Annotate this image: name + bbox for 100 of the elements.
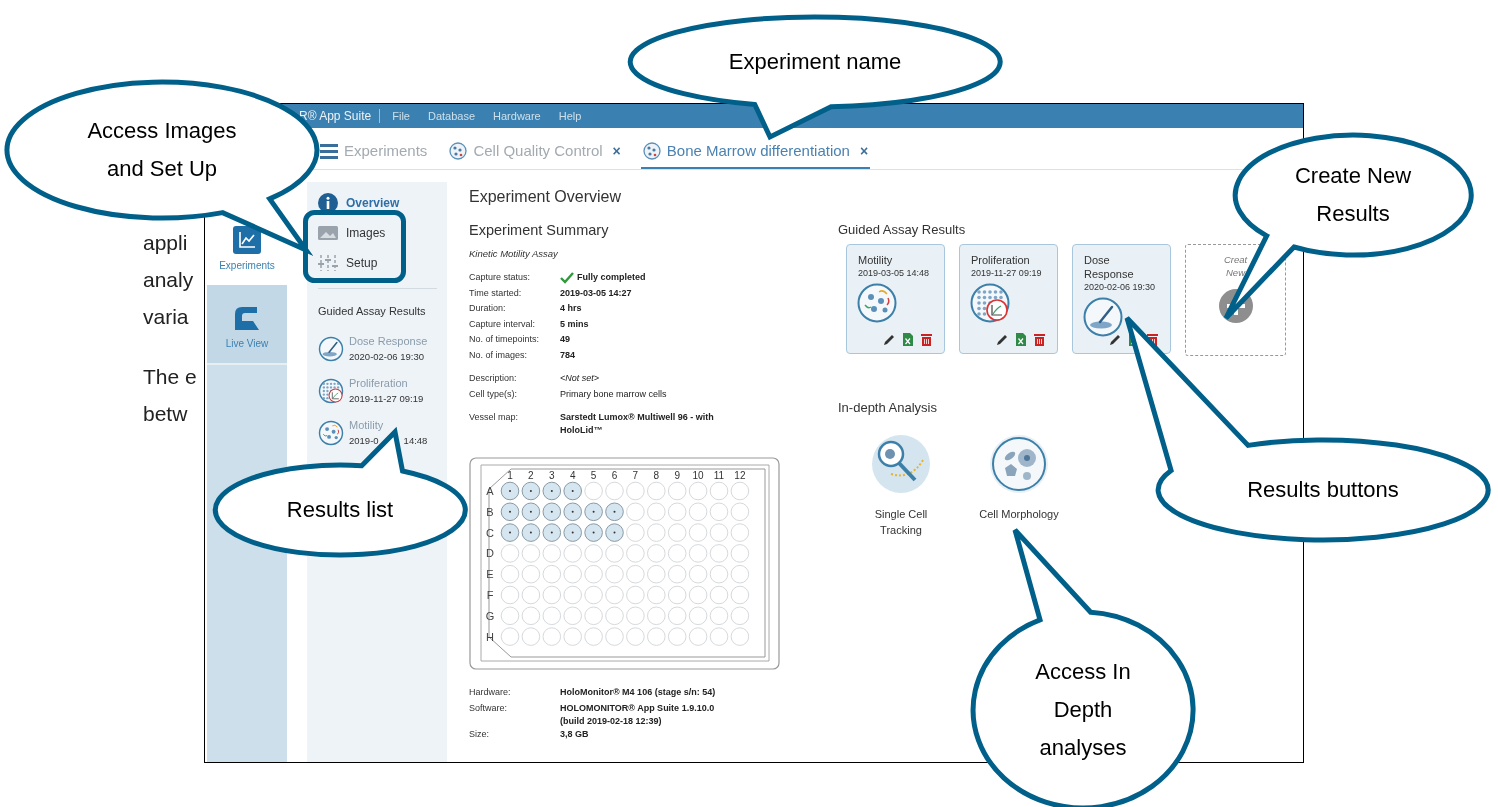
menu-icon bbox=[320, 142, 338, 160]
column-label: 4 bbox=[569, 470, 576, 482]
field-label: Time started: bbox=[469, 286, 523, 300]
result-list-item[interactable]: Dose Response 2020-02-06 19:30 bbox=[318, 327, 437, 370]
column-label: 12 bbox=[734, 470, 746, 482]
field-label: Size: bbox=[469, 727, 490, 741]
row-label: F bbox=[486, 589, 494, 602]
analysis-button[interactable]: Single Cell Tracking bbox=[856, 433, 946, 538]
field-value: HOLOMONITOR® App Suite 1.9.10.0 (build 2019-02-18 12:39) bbox=[560, 701, 716, 728]
row-label: A bbox=[486, 485, 494, 498]
field-label: Vessel map: bbox=[469, 411, 520, 425]
column-label: 5 bbox=[590, 470, 597, 482]
spreadsheet-icon bbox=[1016, 333, 1026, 346]
column-label: 11 bbox=[713, 470, 725, 482]
pencil-icon bbox=[996, 333, 1008, 346]
cell-growth-icon bbox=[318, 377, 344, 404]
section-heading: Guided Assay Results bbox=[318, 304, 427, 319]
row-label: G bbox=[485, 610, 495, 623]
callout-text: Create New Results bbox=[1294, 162, 1412, 228]
tab[interactable]: Bone Marrow differentiation × bbox=[640, 135, 871, 169]
result-list-item[interactable]: Motility 2019-0 14:48 bbox=[318, 411, 437, 454]
field-value: 5 mins bbox=[560, 317, 590, 331]
sidebar-item[interactable]: Setup bbox=[318, 248, 437, 278]
field-value: 2019-03-05 14:27 bbox=[560, 286, 633, 300]
sidebar-item[interactable]: Images bbox=[318, 218, 437, 248]
image-icon bbox=[318, 223, 338, 243]
spreadsheet-icon bbox=[903, 333, 913, 346]
close-icon[interactable]: × bbox=[859, 140, 869, 162]
menu-item[interactable]: Hardware bbox=[493, 107, 541, 125]
result-card[interactable]: Proliferation 2019-11-27 09:19 bbox=[959, 244, 1058, 354]
field-label: No. of timepoints: bbox=[469, 333, 541, 347]
result-date: 2019-0 bbox=[349, 433, 379, 448]
field-label: Capture status: bbox=[469, 271, 532, 285]
cells-icon bbox=[642, 142, 661, 160]
pipette-icon bbox=[1083, 297, 1123, 337]
pencil-icon bbox=[1109, 333, 1121, 346]
field-value: <Not set> bbox=[560, 372, 601, 386]
result-card[interactable]: Motility 2019-03-05 14:48 bbox=[846, 244, 945, 354]
info-icon bbox=[318, 193, 338, 213]
field-value: Sarstedt Lumox® Multiwell 96 - with HoloLid™ bbox=[560, 411, 715, 438]
sliders-icon bbox=[318, 253, 338, 273]
card-title: Proliferation bbox=[971, 253, 1031, 267]
row-label: H bbox=[486, 630, 494, 643]
row-label: D bbox=[486, 547, 494, 560]
field-value: 784 bbox=[560, 348, 577, 362]
tab-label: Experiments bbox=[344, 140, 428, 161]
nav-item[interactable]: Live View bbox=[207, 285, 287, 365]
result-list-item[interactable]: Proliferation 2019-11-27 09:19 bbox=[318, 369, 437, 412]
sidebar-item[interactable]: Overview bbox=[318, 188, 437, 218]
close-icon[interactable]: × bbox=[612, 140, 621, 162]
check-icon bbox=[560, 271, 574, 284]
row-label: C bbox=[486, 526, 494, 539]
card-date: 2019-03-05 14:48 bbox=[858, 267, 931, 280]
section-heading: Experiment Summary bbox=[469, 221, 610, 240]
nav-label: Live View bbox=[225, 337, 269, 351]
tab-label: Cell Quality Control bbox=[473, 140, 603, 161]
tab[interactable]: Cell Quality Control × bbox=[447, 135, 623, 169]
column-label: 10 bbox=[692, 470, 704, 482]
page-title: Experiment Overview bbox=[469, 187, 623, 207]
magnifier-icon bbox=[871, 433, 931, 494]
document-text: The e bbox=[143, 364, 197, 390]
field-value: Primary bone marrow cells bbox=[560, 387, 668, 401]
field-label: Hardware: bbox=[469, 686, 512, 700]
field-label: Duration: bbox=[469, 302, 507, 316]
callout-text: Access Images and Set Up bbox=[87, 117, 237, 183]
trash-icon bbox=[1034, 333, 1045, 346]
field-value: Fully completed bbox=[577, 271, 646, 285]
column-label: 2 bbox=[528, 470, 534, 482]
field-label: Cell type(s): bbox=[469, 387, 518, 401]
microscope-icon bbox=[233, 304, 261, 332]
chart-icon bbox=[233, 226, 261, 254]
column-label: 3 bbox=[549, 470, 555, 482]
cell-growth-icon bbox=[970, 283, 1010, 323]
result-card[interactable]: Dose Response 2020-02-06 19:30 bbox=[1072, 244, 1171, 354]
cells-icon bbox=[318, 419, 344, 446]
nav-label: Experiments bbox=[219, 259, 275, 273]
menu-item[interactable]: File bbox=[392, 107, 410, 125]
menu-item[interactable]: Database bbox=[427, 107, 476, 125]
pencil-icon bbox=[883, 333, 895, 346]
field-label: No. of images: bbox=[469, 348, 529, 362]
field-label: Description: bbox=[469, 372, 518, 386]
result-time: 14:48 bbox=[403, 433, 428, 448]
section-heading: In-depth Analysis bbox=[838, 399, 938, 417]
row-label: E bbox=[486, 568, 494, 581]
column-label: 7 bbox=[632, 470, 639, 482]
row-label: B bbox=[486, 506, 494, 519]
document-text: betw bbox=[143, 401, 188, 427]
document-text: analy bbox=[143, 267, 194, 293]
document-text: appli bbox=[143, 230, 188, 256]
column-label: 9 bbox=[674, 470, 680, 482]
analysis-button[interactable]: Cell Morphology bbox=[974, 433, 1064, 538]
card-date: 2020-02-06 19:30 bbox=[1084, 281, 1157, 294]
result-name: Proliferation bbox=[349, 375, 409, 391]
card-title: Motility bbox=[858, 253, 894, 267]
card-title: Dose Response bbox=[1084, 253, 1135, 281]
card-date: 2019-11-27 09:19 bbox=[971, 267, 1043, 280]
menu-item[interactable]: Help bbox=[558, 107, 582, 125]
cells-icon bbox=[449, 142, 468, 160]
tab-label: Bone Marrow differentiation bbox=[666, 140, 850, 161]
field-value: HoloMonitor® M4 106 (stage s/n: 54) bbox=[560, 686, 717, 700]
